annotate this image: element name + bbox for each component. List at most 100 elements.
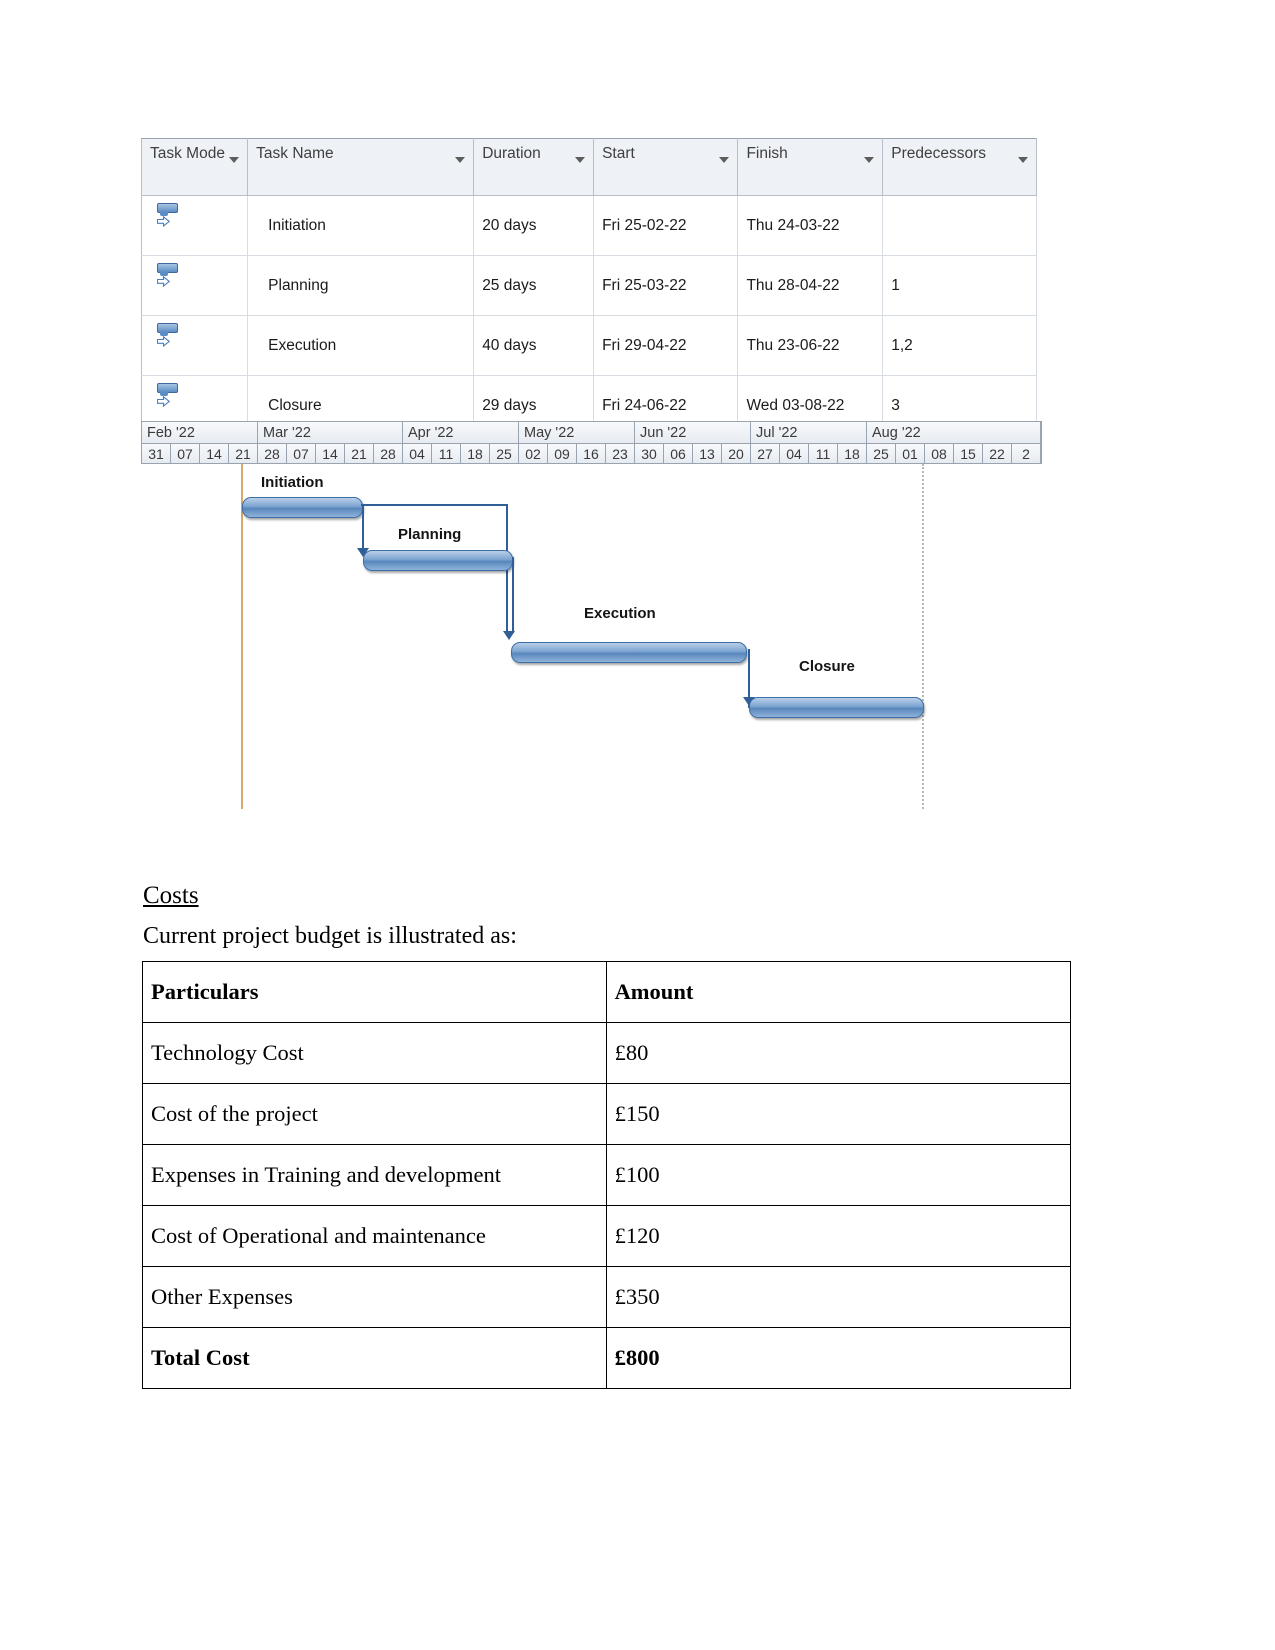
- table-row: Other Expenses £350: [142, 1266, 1072, 1328]
- column-header-start-label: Start: [602, 145, 635, 162]
- start-cell[interactable]: Fri 25-02-22: [593, 195, 739, 256]
- cost-amount-cell: £150: [605, 1083, 1072, 1145]
- gantt-bar-planning[interactable]: [363, 550, 513, 571]
- task-grid-header-row: Task Mode Task Name Duration Start Finis…: [140, 138, 1037, 196]
- gantt-week-tick: 18: [461, 444, 490, 463]
- gantt-week-tick: 21: [345, 444, 374, 463]
- column-header-predecessors[interactable]: Predecessors: [882, 138, 1037, 196]
- gantt-month-scale: Feb '22 Mar '22 Apr '22 May '22 Jun '22 Jul '…: [141, 421, 1042, 443]
- gantt-week-tick: 31: [142, 444, 171, 463]
- link-initiation-to-planning-v: [362, 504, 364, 550]
- task-mode-cell[interactable]: [140, 195, 249, 256]
- total-cost-amount: £800: [605, 1327, 1072, 1389]
- duration-cell[interactable]: 20 days: [473, 195, 595, 256]
- gantt-bar-initiation[interactable]: [242, 497, 363, 518]
- gantt-week-tick: 23: [606, 444, 635, 463]
- project-finish-line: [922, 464, 924, 809]
- gantt-bar-execution[interactable]: [511, 642, 747, 663]
- gantt-week-tick: 2: [1012, 444, 1041, 463]
- gantt-month-tick: Jul '22: [751, 422, 867, 443]
- table-row: Cost of the project £150: [142, 1083, 1072, 1145]
- gantt-bar-closure[interactable]: [749, 697, 924, 718]
- auto-schedule-icon: [156, 202, 180, 232]
- column-header-duration-label: Duration: [482, 145, 541, 162]
- cost-amount-cell: £350: [605, 1266, 1072, 1328]
- finish-cell[interactable]: Thu 24-03-22: [737, 195, 884, 256]
- filter-dropdown-icon-task-name[interactable]: [455, 157, 466, 163]
- gantt-bar-label-initiation: Initiation: [261, 474, 324, 491]
- finish-cell[interactable]: Thu 28-04-22: [737, 255, 884, 316]
- table-row: Expenses in Training and development £10…: [142, 1144, 1072, 1206]
- link-planning-to-execution-v: [512, 557, 514, 633]
- gantt-month-tick: May '22: [519, 422, 635, 443]
- task-name-cell[interactable]: Execution: [247, 315, 475, 376]
- start-cell[interactable]: Fri 29-04-22: [593, 315, 739, 376]
- column-header-duration[interactable]: Duration: [473, 138, 595, 196]
- gantt-week-tick: 28: [374, 444, 403, 463]
- table-row[interactable]: Planning 25 days Fri 25-03-22 Thu 28-04-…: [140, 255, 1037, 316]
- column-header-task-name[interactable]: Task Name: [247, 138, 475, 196]
- gantt-month-tick: Feb '22: [142, 422, 258, 443]
- gantt-month-tick: Mar '22: [258, 422, 403, 443]
- task-name-cell[interactable]: Planning: [247, 255, 475, 316]
- gantt-week-tick: 21: [229, 444, 258, 463]
- column-header-finish-label: Finish: [746, 145, 788, 162]
- task-mode-cell[interactable]: [140, 315, 249, 376]
- start-cell[interactable]: Fri 25-03-22: [593, 255, 739, 316]
- cost-table-header-row: Particulars Amount: [142, 961, 1072, 1023]
- gantt-week-tick: 06: [664, 444, 693, 463]
- column-header-predecessors-label: Predecessors: [891, 145, 987, 162]
- gantt-week-tick: 14: [200, 444, 229, 463]
- filter-dropdown-icon-finish[interactable]: [864, 157, 875, 163]
- predecessors-cell[interactable]: 1: [882, 255, 1037, 316]
- gantt-week-tick: 30: [635, 444, 664, 463]
- predecessors-cell[interactable]: [882, 195, 1037, 256]
- gantt-week-tick: 28: [258, 444, 287, 463]
- filter-dropdown-icon-start[interactable]: [719, 157, 730, 163]
- table-row: Cost of Operational and maintenance £120: [142, 1205, 1072, 1267]
- filter-dropdown-icon-predecessors[interactable]: [1018, 157, 1028, 163]
- gantt-bar-label-execution: Execution: [584, 605, 656, 622]
- gantt-week-tick: 04: [780, 444, 809, 463]
- link-initiation-to-execution-h: [361, 504, 507, 506]
- gantt-week-tick: 08: [925, 444, 954, 463]
- gantt-week-tick: 25: [490, 444, 519, 463]
- table-row[interactable]: Initiation 20 days Fri 25-02-22 Thu 24-0…: [140, 195, 1037, 256]
- cost-table-header-amount: Amount: [605, 961, 1072, 1023]
- cost-particulars-cell: Technology Cost: [142, 1022, 607, 1084]
- today-line: [241, 464, 243, 809]
- auto-schedule-icon: [156, 382, 180, 412]
- gantt-week-tick: 02: [519, 444, 548, 463]
- table-row[interactable]: Execution 40 days Fri 29-04-22 Thu 23-06…: [140, 315, 1037, 376]
- duration-cell[interactable]: 40 days: [473, 315, 595, 376]
- task-name-cell[interactable]: Initiation: [247, 195, 475, 256]
- gantt-week-tick: 15: [954, 444, 983, 463]
- filter-dropdown-icon-task-mode[interactable]: [229, 157, 240, 163]
- table-row: Technology Cost £80: [142, 1022, 1072, 1084]
- costs-intro-paragraph: Current project budget is illustrated as…: [143, 923, 517, 949]
- column-header-start[interactable]: Start: [593, 138, 739, 196]
- duration-cell[interactable]: 25 days: [473, 255, 595, 316]
- finish-cell[interactable]: Thu 23-06-22: [737, 315, 884, 376]
- gantt-week-tick: 04: [403, 444, 432, 463]
- filter-dropdown-icon-duration[interactable]: [575, 157, 586, 163]
- project-task-grid: Task Mode Task Name Duration Start Finis…: [140, 138, 1037, 436]
- cost-amount-cell: £120: [605, 1205, 1072, 1267]
- gantt-week-tick: 11: [432, 444, 461, 463]
- column-header-task-mode-label: Task Mode: [150, 145, 225, 162]
- column-header-task-mode[interactable]: Task Mode: [140, 138, 249, 196]
- link-arrow-execution: [503, 631, 515, 640]
- gantt-month-tick: Jun '22: [635, 422, 751, 443]
- column-header-finish[interactable]: Finish: [737, 138, 884, 196]
- gantt-week-tick: 22: [983, 444, 1012, 463]
- cost-amount-cell: £100: [605, 1144, 1072, 1206]
- gantt-month-tick: Apr '22: [403, 422, 519, 443]
- predecessors-cell[interactable]: 1,2: [882, 315, 1037, 376]
- gantt-week-tick: 11: [809, 444, 838, 463]
- task-mode-cell[interactable]: [140, 255, 249, 316]
- cost-amount-cell: £80: [605, 1022, 1072, 1084]
- gantt-chart: Feb '22 Mar '22 Apr '22 May '22 Jun '22 Jul '…: [141, 421, 1042, 821]
- cost-particulars-cell: Cost of the project: [142, 1083, 607, 1145]
- gantt-week-tick: 09: [548, 444, 577, 463]
- gantt-week-tick: 01: [896, 444, 925, 463]
